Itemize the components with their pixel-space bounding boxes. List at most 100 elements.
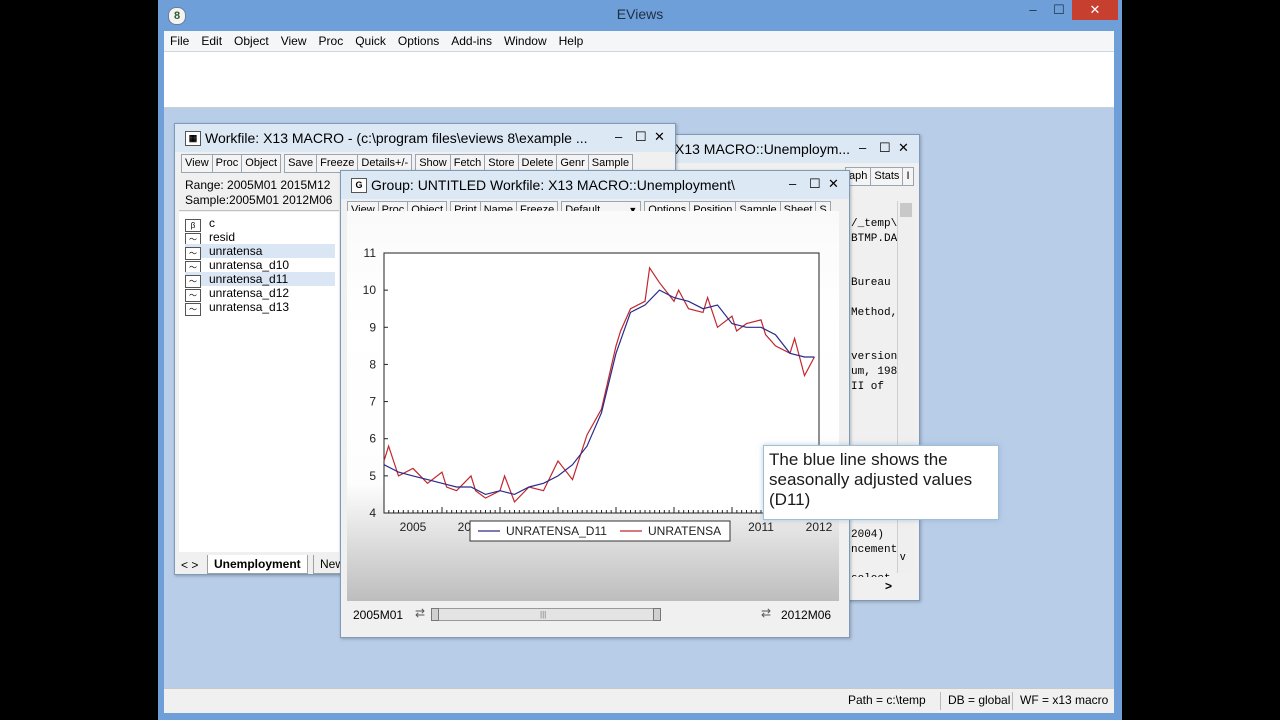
scroll-down-arrow-icon[interactable]: v xyxy=(900,551,906,563)
chart-legend: UNRATENSA_D11 UNRATENSA xyxy=(469,520,731,542)
x13-output-close-button[interactable]: ✕ xyxy=(898,140,909,156)
group-close-button[interactable]: ✕ xyxy=(828,176,839,192)
slider-grip-icon: ||| xyxy=(540,610,547,619)
menu-object[interactable]: Object xyxy=(228,31,275,51)
slider-left-arrows-icon[interactable]: ⇄ xyxy=(415,606,425,620)
output-text-line: II of xyxy=(851,380,885,393)
object-row-unratensa-d11[interactable]: 〜 unratensa_d11 xyxy=(185,272,335,288)
output-text-line: /_temp\ xyxy=(851,218,898,230)
output-text-line: select xyxy=(851,572,899,577)
object-name: resid xyxy=(209,230,236,244)
wf-proc-button[interactable]: Proc xyxy=(211,154,243,173)
output-text-line xyxy=(851,247,899,262)
sample-value: 2005M01 2012M06 xyxy=(229,193,333,207)
stats-button[interactable]: Stats xyxy=(870,167,904,186)
output-text-line: Method, xyxy=(851,306,898,319)
maximize-button[interactable]: ☐ xyxy=(1046,0,1072,20)
x13-output-titlebar[interactable]: X13 MACRO::Unemploym... – ☐ ✕ xyxy=(665,135,919,163)
output-text-line: 2004) xyxy=(851,528,885,541)
slider-start-label: 2005M01 xyxy=(353,608,404,622)
menu-window[interactable]: Window xyxy=(498,31,553,51)
group-maximize-button[interactable]: ☐ xyxy=(809,176,821,192)
menu-help[interactable]: Help xyxy=(553,31,590,51)
menu-add-ins[interactable]: Add-ins xyxy=(445,31,498,51)
output-text-line: Bureau xyxy=(851,277,891,290)
y-tick-label: 6 xyxy=(369,432,376,446)
scroll-right-arrow-icon[interactable]: > xyxy=(885,579,892,593)
object-name: unratensa_d11 xyxy=(209,272,289,286)
slider-right-handle[interactable] xyxy=(653,608,661,621)
output-text-line: ncement xyxy=(851,543,898,556)
x13-output-maximize-button[interactable]: ☐ xyxy=(879,140,891,156)
menu-view[interactable]: View xyxy=(275,31,313,51)
group-window[interactable]: G Group: UNTITLED Workfile: X13 MACRO::U… xyxy=(340,170,850,638)
output-text-line xyxy=(851,424,899,439)
output-text-line xyxy=(851,261,899,276)
sample-range-slider[interactable]: ||| xyxy=(431,608,661,621)
wf-save-button[interactable]: Save xyxy=(284,154,318,173)
series-icon: 〜 xyxy=(185,303,201,316)
workfile-close-button[interactable]: ✕ xyxy=(654,129,665,145)
x13-output-title: X13 MACRO::Unemploym... xyxy=(675,141,851,157)
output-text-line xyxy=(851,321,899,336)
x13-output-text: /_temp\ BTMP.DA Bureau Method, version um, 19… xyxy=(851,217,899,577)
object-row-unratensa-d10[interactable]: 〜 unratensa_d10 xyxy=(185,258,335,274)
object-name: unratensa xyxy=(209,244,263,258)
menu-edit[interactable]: Edit xyxy=(195,31,228,51)
y-tick-label: 8 xyxy=(369,357,376,371)
ident-button[interactable]: I xyxy=(902,167,914,186)
menu-file[interactable]: File xyxy=(164,31,195,51)
range-value: 2005M01 2015M12 xyxy=(227,178,331,192)
y-tick-label: 9 xyxy=(369,320,376,334)
app-titlebar[interactable]: 8 EViews – ☐ ✕ xyxy=(158,0,1122,31)
workfile-icon: ▦ xyxy=(185,131,201,146)
workfile-minimize-button[interactable]: – xyxy=(615,129,622,145)
app-title: EViews xyxy=(616,6,664,22)
range-row[interactable]: Range: 2005M01 2015M12 xyxy=(185,178,330,192)
group-titlebar[interactable]: G Group: UNTITLED Workfile: X13 MACRO::U… xyxy=(341,171,849,199)
wf-view-button[interactable]: View xyxy=(181,154,213,173)
annotation-callout: The blue line shows the seasonally adjus… xyxy=(763,445,999,520)
tab-unemployment[interactable]: Unemployment xyxy=(207,555,308,574)
x13-output-scroll-thumb[interactable] xyxy=(900,203,912,217)
workfile-title: Workfile: X13 MACRO - (c:\program files\… xyxy=(205,130,588,146)
menu-proc[interactable]: Proc xyxy=(313,31,350,51)
object-name: unratensa_d10 xyxy=(209,258,290,272)
output-text-line xyxy=(851,409,899,424)
menu-quick[interactable]: Quick xyxy=(349,31,392,51)
x-tick-label: 2012 xyxy=(806,520,833,534)
menu-options[interactable]: Options xyxy=(392,31,445,51)
minimize-button[interactable]: – xyxy=(1020,0,1046,20)
slider-left-handle[interactable] xyxy=(431,608,439,621)
y-tick-label: 5 xyxy=(369,469,376,483)
plot-frame xyxy=(383,252,820,514)
x13-output-minimize-button[interactable]: – xyxy=(859,140,866,156)
object-row-c[interactable]: βc xyxy=(185,216,335,232)
chart-area[interactable]: 4567891011200520062007200820092010201120… xyxy=(347,211,839,601)
object-row-resid[interactable]: 〜 resid xyxy=(185,230,335,246)
slider-right-arrows-icon[interactable]: ⇄ xyxy=(761,606,771,620)
object-row-unratensa[interactable]: 〜 unratensa xyxy=(185,244,335,260)
unemployment-line-chart: 4567891011200520062007200820092010201120… xyxy=(363,246,833,542)
group-title: Group: UNTITLED Workfile: X13 MACRO::Une… xyxy=(371,177,735,193)
object-name: c xyxy=(209,216,215,230)
eviews-app-window: 8 EViews – ☐ ✕ File Edit Object View Proc Qui… xyxy=(158,0,1122,720)
legend-label: UNRATENSA xyxy=(648,524,721,538)
workfile-maximize-button[interactable]: ☐ xyxy=(635,129,647,145)
y-tick-label: 7 xyxy=(369,395,376,409)
x-tick-label: 2005 xyxy=(400,520,427,534)
command-window[interactable] xyxy=(164,52,1114,108)
workfile-titlebar[interactable]: ▦ Workfile: X13 MACRO - (c:\program file… xyxy=(175,124,675,152)
group-icon: G xyxy=(351,178,367,193)
object-row-unratensa-d13[interactable]: 〜 unratensa_d13 xyxy=(185,300,335,316)
group-minimize-button[interactable]: – xyxy=(789,176,796,192)
y-tick-label: 10 xyxy=(363,283,377,297)
wf-object-button[interactable]: Object xyxy=(241,154,282,173)
close-button[interactable]: ✕ xyxy=(1072,0,1118,20)
tab-nav-arrows[interactable]: < > xyxy=(181,558,198,572)
x13-output-toolbar: aph Stats I xyxy=(845,167,914,187)
mdi-workspace: X13 MACRO::Unemploym... – ☐ ✕ aph Stats I … xyxy=(164,108,1114,688)
y-tick-label: 4 xyxy=(369,506,376,520)
object-row-unratensa-d12[interactable]: 〜 unratensa_d12 xyxy=(185,286,335,302)
sample-row[interactable]: Sample:2005M01 2012M06 xyxy=(185,193,332,207)
